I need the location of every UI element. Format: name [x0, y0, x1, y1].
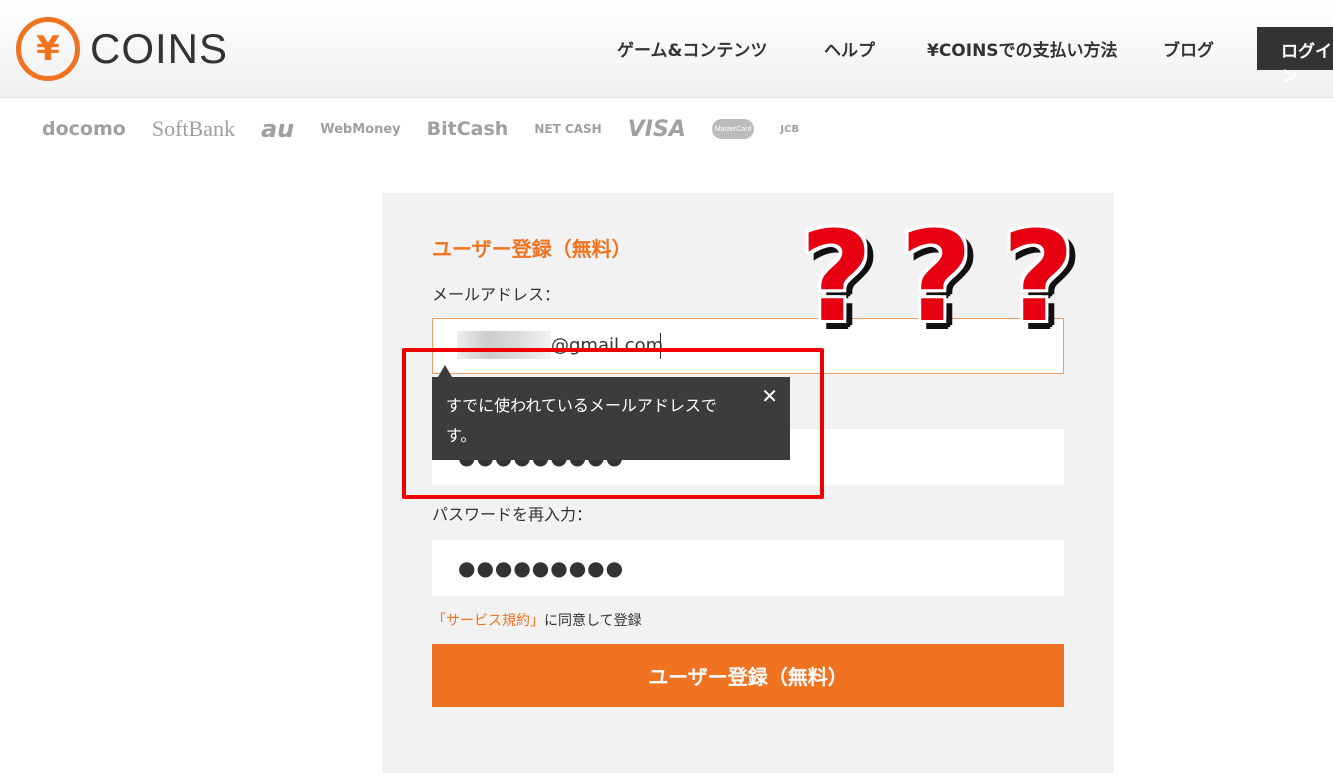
password-confirm-field[interactable]: ●●●●●●●●● [432, 540, 1064, 596]
highlight-box [402, 348, 824, 499]
mastercard-logo: MasterCard [711, 119, 755, 139]
nav-blog[interactable]: ブログ [1163, 36, 1214, 61]
logo-text: COINS [90, 25, 229, 72]
email-label: メールアドレス： [432, 285, 561, 304]
nav-games[interactable]: ゲーム&コンテンツ [617, 36, 767, 61]
payment-logos: docomo SoftBank au WebMoney BitCash NET … [42, 115, 799, 143]
docomo-logo: docomo [42, 118, 126, 140]
question-mark-icon: ? [1002, 205, 1075, 350]
nav-help[interactable]: ヘルプ [824, 36, 875, 61]
password-confirm-label: パスワードを再入力： [432, 505, 593, 524]
nav-payment-methods[interactable]: ¥COINSでの支払い方法 [927, 36, 1118, 61]
terms-agree: に同意して登録 [544, 613, 642, 629]
password-confirm-mask: ●●●●●●●●● [458, 556, 625, 580]
coins-logo[interactable]: ¥ COINS [16, 17, 228, 81]
terms-text: 「サービス規約」に同意して登録 [432, 610, 642, 630]
header: ¥ COINS ゲーム&コンテンツ ヘルプ ¥COINSでの支払い方法 ブログ … [0, 0, 1333, 98]
webmoney-logo: WebMoney [320, 121, 401, 137]
softbank-logo: SoftBank [151, 116, 235, 141]
au-logo: au [260, 115, 295, 143]
visa-logo: VISA [627, 116, 686, 142]
register-button[interactable]: ユーザー登録（無料） [432, 644, 1064, 707]
yen-icon: ¥ [16, 17, 80, 81]
form-title: ユーザー登録（無料） [432, 237, 632, 261]
terms-link[interactable]: 「サービス規約」 [432, 613, 544, 629]
login-button[interactable]: ログイン [1257, 27, 1333, 87]
bitcash-logo: BitCash [426, 118, 509, 140]
question-mark-icon: ? [800, 205, 873, 350]
jcb-logo: JCB [780, 123, 800, 135]
netcash-logo: NET CASH [534, 122, 602, 136]
question-mark-icon: ? [900, 205, 973, 350]
